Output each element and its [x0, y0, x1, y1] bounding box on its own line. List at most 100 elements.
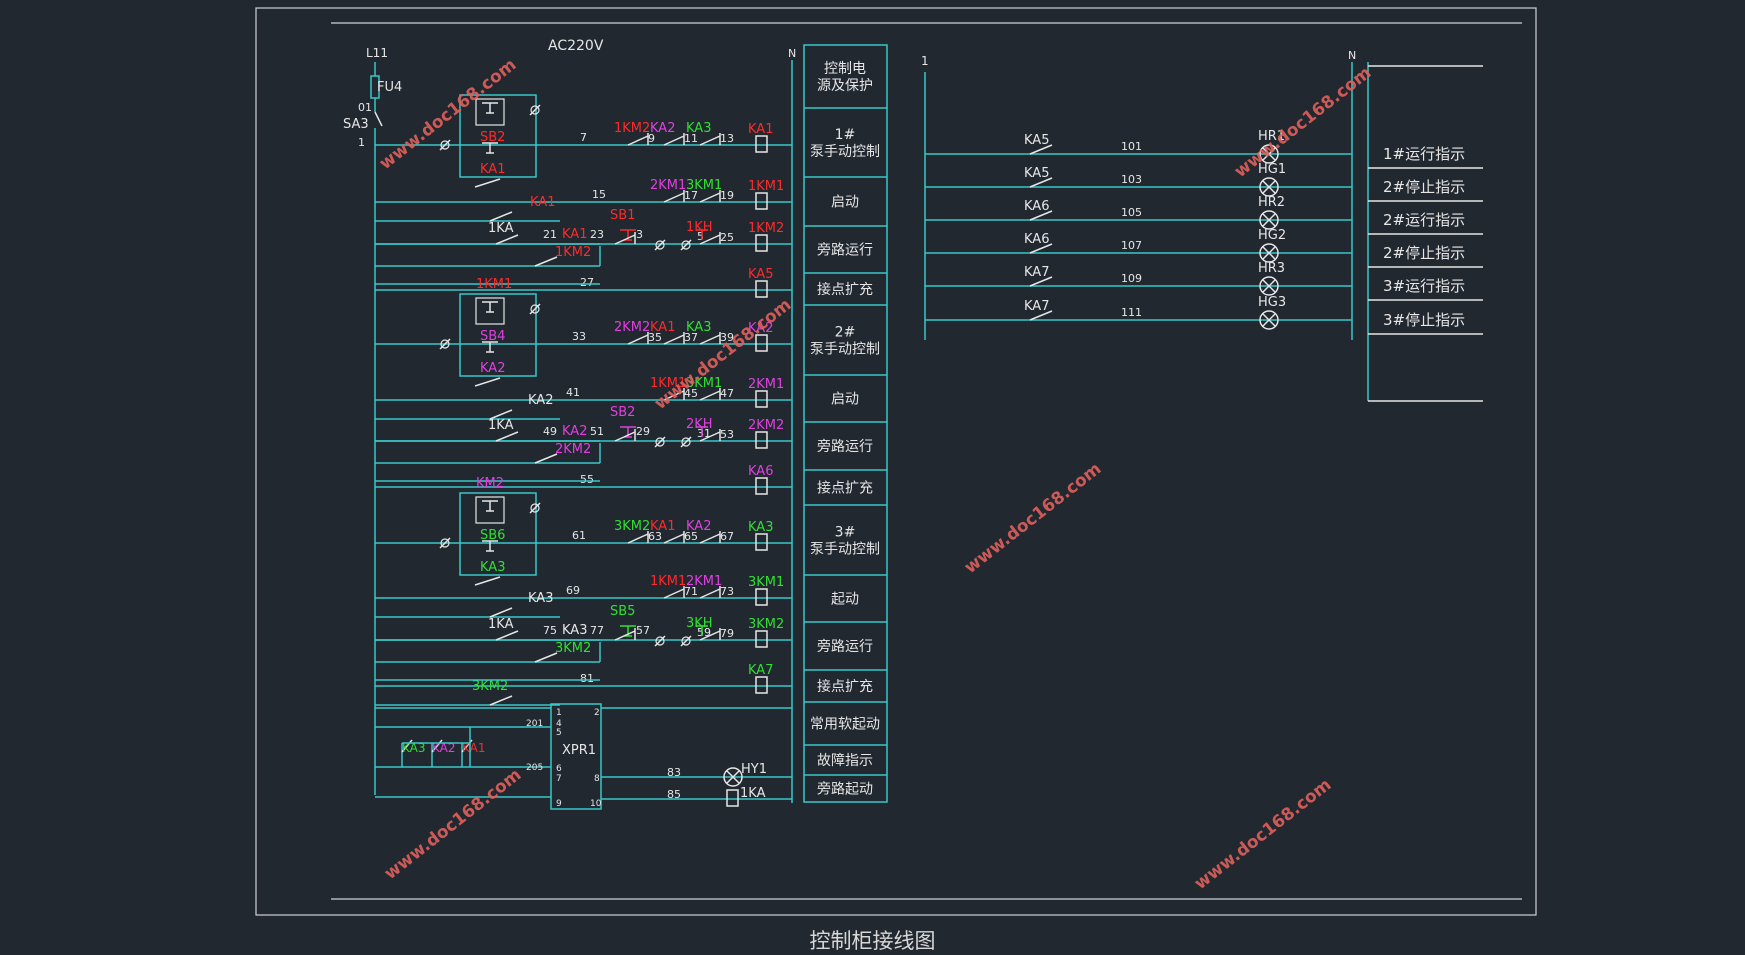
contact-label: KA2 [562, 424, 587, 439]
coil-label: KA3 [748, 520, 773, 535]
contact-label: KM2 [476, 476, 504, 491]
coil-symbol [755, 192, 768, 210]
nc-contact-symbol [627, 135, 649, 146]
coil-label: 3KM2 [748, 617, 784, 632]
contact-label: 3KM1 [686, 178, 722, 193]
lamp-label: HG3 [1258, 295, 1286, 310]
lamp-label: HR2 [1258, 195, 1285, 210]
wire-number: 79 [720, 627, 734, 640]
function-label: 接点扩充 [817, 480, 873, 497]
function-label: 接点扩充 [817, 678, 873, 695]
no-contact-symbol [489, 211, 513, 222]
watermark-text: www.doc168.com [381, 765, 526, 884]
coil-symbol [755, 630, 768, 648]
function-label: 1# [835, 127, 856, 143]
coil-label: KA7 [748, 663, 773, 678]
wire-number: 19 [720, 189, 734, 202]
nc-contact-symbol [663, 192, 685, 203]
nc-contact-symbol [627, 334, 649, 345]
indicator-label: 2#运行指示 [1383, 211, 1465, 229]
no-contact-symbol [489, 607, 513, 618]
wire-number: 51 [590, 425, 604, 438]
wire-number: 107 [1121, 239, 1142, 252]
contact-label: KA2 [480, 361, 505, 376]
neutral-label: N [1348, 49, 1356, 62]
relay-name: XPR1 [562, 743, 596, 758]
nc-contact-symbol [699, 334, 721, 345]
indicator-label: 3#停止指示 [1383, 311, 1465, 329]
coil-symbol [755, 588, 768, 606]
coil-symbol [755, 135, 768, 153]
indicator-label: 1#运行指示 [1383, 145, 1465, 163]
contact-label: KA1 [530, 195, 555, 210]
contact-label: KA1 [650, 320, 675, 335]
diagram-caption: 控制柜接线图 [809, 929, 936, 953]
wire-number: 67 [720, 530, 734, 543]
contact-label: 1KM2 [614, 121, 650, 136]
coil-symbol [755, 533, 768, 551]
wire-number: 69 [566, 584, 580, 597]
wire-number: 47 [720, 387, 734, 400]
contact-label: KA1 [650, 519, 675, 534]
no-contact-symbol [495, 431, 519, 442]
function-label: 启动 [831, 392, 859, 408]
relay-pin: 10 [590, 799, 602, 809]
relay-pin: 5 [556, 728, 562, 738]
wire-number: 57 [636, 624, 650, 637]
coil-label: 3KM1 [748, 575, 784, 590]
function-label: 3# [835, 525, 856, 541]
wire-number: 53 [720, 428, 734, 441]
wire-number: 101 [1121, 140, 1142, 153]
contact-label: KA3 [528, 591, 553, 606]
coil-label: KA6 [748, 464, 773, 479]
watermark-text: www.doc168.com [961, 459, 1106, 578]
watermark-text: www.doc168.com [376, 55, 521, 174]
switch-label: SA3 [343, 117, 369, 132]
contact-label: 1KA [488, 617, 514, 632]
no-contact-symbol [534, 453, 558, 464]
function-label: 旁路起动 [817, 781, 873, 798]
contact-label: KA5 [1024, 166, 1049, 181]
contact-label: KA3 [686, 320, 711, 335]
pushbutton-label: SB5 [610, 604, 635, 619]
coil-label: 1KM2 [748, 221, 784, 236]
wire-number: 83 [667, 766, 681, 779]
contact-label: KA2 [650, 121, 675, 136]
contact-label: 2KM2 [614, 320, 650, 335]
no-contact-symbol [495, 234, 519, 245]
indicator-label: 3#运行指示 [1383, 277, 1465, 295]
wire-number: 77 [590, 624, 604, 637]
function-label: 旁路运行 [817, 438, 873, 455]
relay-pin: 6 [556, 764, 562, 774]
contact-label: 3KM2 [472, 679, 508, 694]
nc-contact-symbol [699, 135, 721, 146]
contact-label: 2KH [686, 417, 713, 432]
pushbutton-label: SB2 [480, 130, 505, 145]
no-contact-symbol [495, 630, 519, 641]
nc-contact-symbol [663, 588, 685, 599]
contact-label: KA3 [686, 121, 711, 136]
wire-number: 49 [543, 425, 557, 438]
wire-number: 41 [566, 386, 580, 399]
no-contact-symbol [534, 652, 558, 663]
wire-number: 13 [720, 132, 734, 145]
wire-number: 201 [526, 719, 543, 729]
contact-label: 1KA [488, 418, 514, 433]
function-label: 旁路运行 [817, 242, 873, 259]
nc-contact-symbol [663, 533, 685, 544]
wire-number: 109 [1121, 272, 1142, 285]
function-label: 2# [835, 325, 856, 341]
coil-label: 1KM1 [748, 179, 784, 194]
wire-number: 33 [572, 330, 586, 343]
nc-contact-symbol [663, 334, 685, 345]
contact-label: KA6 [1024, 199, 1049, 214]
pushbutton-label: SB4 [480, 329, 505, 344]
function-label: 起动 [831, 592, 859, 608]
contact-label: KA1 [562, 227, 587, 242]
wire-number: 25 [720, 231, 734, 244]
function-label: 旁路运行 [817, 638, 873, 655]
contact-label: 1KM1 [650, 574, 686, 589]
watermark-text: www.doc168.com [1191, 775, 1336, 894]
contact-label: KA5 [1024, 133, 1049, 148]
nc-contact-symbol [663, 135, 685, 146]
